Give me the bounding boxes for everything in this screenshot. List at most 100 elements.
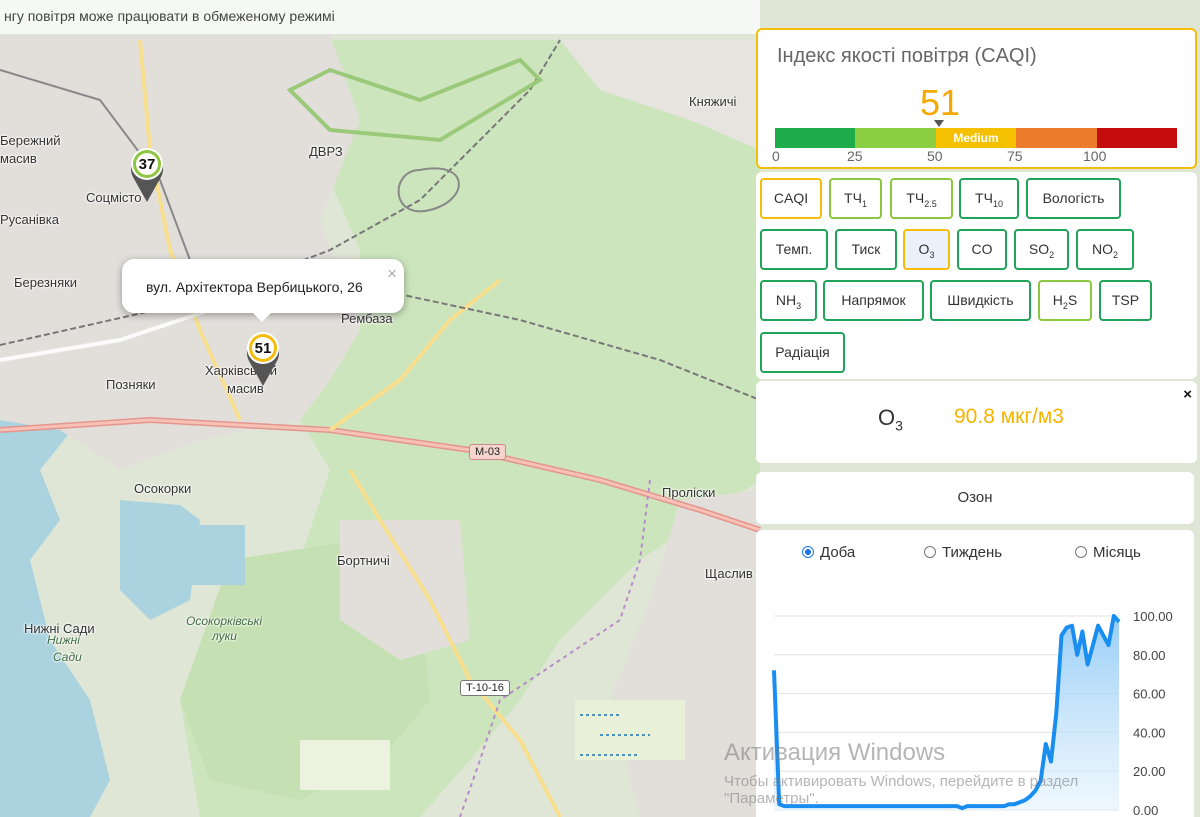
place-label: Осокорківські [186,614,262,628]
y-tick-label: 60.00 [1133,687,1166,702]
parameter-selector: CAQI ТЧ1 ТЧ2.5 ТЧ10 Вологість Темп. Тиск… [756,172,1197,379]
param-label: NO [1091,241,1113,257]
caqi-segment: Medium [935,128,1017,148]
param-button-h2s[interactable]: H2S [1038,280,1092,321]
param-sub: 1 [861,198,867,209]
series-area [774,616,1119,810]
y-tick-label: 40.00 [1133,725,1166,740]
place-label: Нижні [47,633,80,647]
caqi-tick: 75 [1007,148,1023,164]
place-label: Бортничі [337,553,390,568]
param-button-co[interactable]: CO [957,229,1007,270]
param-button-pm1[interactable]: ТЧ1 [829,178,882,219]
place-label: Березняки [14,275,78,290]
param-label: NH [775,292,797,308]
y-tick-label: 20.00 [1133,764,1166,779]
readout-pollutant: O3 [878,405,903,433]
caqi-value: 51 [919,82,961,123]
place-label: Проліски [662,485,716,500]
chart-card: Доба Тиждень Місяць 100.00 80.00 60.00 40.0… [756,530,1194,817]
param-sub: 2.5 [924,198,937,209]
param-sub: 2 [1112,249,1118,260]
popup-close-button[interactable]: × [387,264,397,284]
param-button-temperature[interactable]: Темп. [760,229,828,270]
y-tick-label: 100.00 [1133,609,1173,624]
place-label: ДВРЗ [309,144,343,159]
param-button-radiation[interactable]: Радіація [760,332,845,373]
place-label: Бережний [0,133,61,148]
place-label: Сади [53,650,82,664]
param-label: Радіація [775,344,830,360]
param-button-direction[interactable]: Напрямок [823,280,924,321]
param-label: Швидкість [947,292,1014,308]
param-label: Темп. [775,241,813,257]
y-tick-label: 80.00 [1133,648,1166,663]
param-sub: 3 [929,249,935,260]
param-label: TSP [1111,292,1140,308]
station-marker[interactable]: 37 [127,147,167,203]
readout-pollutant-label: O [878,405,896,430]
caqi-segment [1016,128,1097,148]
notice-banner: нгу повітря може працювати в обмеженому … [0,0,760,34]
param-label: ТЧ [844,190,862,206]
param-label: O [918,241,930,257]
caqi-pointer-icon [934,120,944,127]
param-label-tail: S [1067,292,1078,308]
param-label: ТЧ [906,190,925,206]
caqi-segment [1096,128,1178,148]
caqi-tick: 0 [772,148,780,164]
y-tick-label: 0.00 [1133,803,1158,817]
pollutant-name-card: Озон [756,472,1194,524]
param-sub: 2 [1049,249,1055,260]
caqi-tick: 50 [927,148,943,164]
place-label: Щаслив [705,566,753,581]
param-button-humidity[interactable]: Вологість [1026,178,1121,219]
station-popup: вул. Архітектора Вербицького, 26 × [122,259,404,322]
param-sub: 3 [796,300,802,311]
place-label: Позняки [106,377,156,392]
road-shield: M-03 [469,444,507,460]
place-label: Осокорки [134,481,192,496]
param-button-pressure[interactable]: Тиск [835,229,897,270]
param-sub: 10 [992,198,1003,209]
place-label: Рембаза [341,311,393,326]
param-label: CAQI [773,190,809,206]
place-label: луки [212,629,237,643]
caqi-card: Індекс якості повітря (CAQI) 51 Medium 0… [756,28,1197,169]
pollutant-name: Озон [957,489,993,506]
road-shield: T-10-16 [460,680,510,696]
param-button-speed[interactable]: Швидкість [930,280,1031,321]
caqi-scale: Medium [775,128,1178,148]
param-button-nh3[interactable]: NH3 [760,280,817,321]
marker-value: 37 [138,156,156,173]
param-button-pm25[interactable]: ТЧ2.5 [890,178,953,219]
caqi-segment [775,128,856,148]
param-label: Вологість [1042,190,1105,206]
param-button-pm10[interactable]: ТЧ10 [959,178,1019,219]
readout-close-button[interactable]: × [1183,386,1192,403]
caqi-segment [855,128,936,148]
popup-tip [252,312,272,322]
popup-address: вул. Архітектора Вербицького, 26 [146,279,363,295]
param-button-tsp[interactable]: TSP [1099,280,1152,321]
caqi-tick: 25 [847,148,863,164]
place-label: Княжичі [689,94,737,109]
param-label: CO [971,241,993,257]
place-label: Русанівка [0,212,59,227]
ozone-chart: 100.00 80.00 60.00 40.00 20.00 0.00 [772,609,1173,817]
param-label: H [1052,292,1063,308]
readout-value: 90.8 мкг/м3 [954,405,1064,428]
param-label: Тиск [851,241,881,257]
station-marker-selected[interactable]: 51 [243,331,283,387]
param-label: SO [1028,241,1050,257]
param-button-no2[interactable]: NO2 [1076,229,1134,270]
param-button-so2[interactable]: SO2 [1014,229,1069,270]
readout-card: O3 90.8 мкг/м3 × [756,381,1197,463]
readout-pollutant-sub: 3 [895,417,903,434]
param-label: ТЧ [975,190,993,206]
param-button-caqi[interactable]: CAQI [760,178,822,219]
param-label: Напрямок [841,292,906,308]
caqi-tick: 100 [1083,148,1107,164]
place-label: масив [0,151,37,166]
param-button-o3[interactable]: O3 [903,229,950,270]
